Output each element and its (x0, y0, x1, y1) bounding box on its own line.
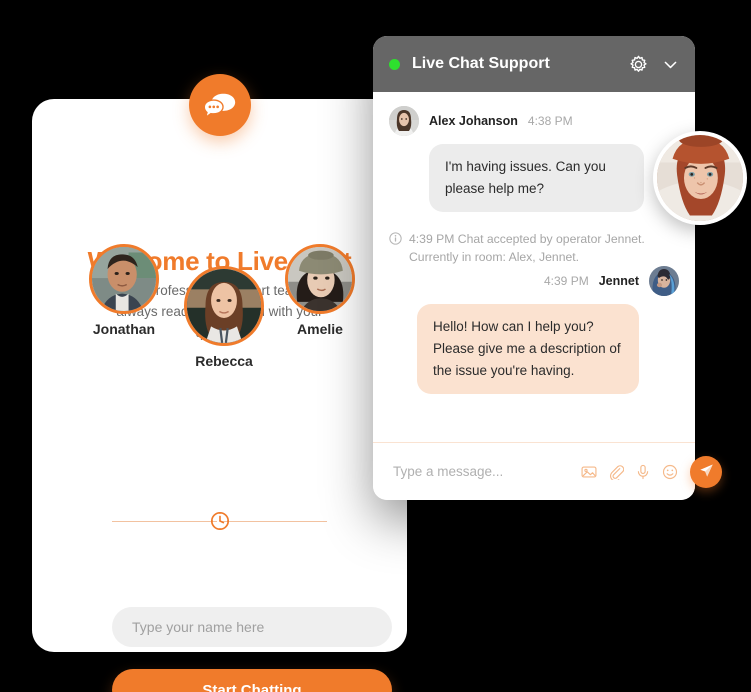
image-icon[interactable] (581, 464, 597, 480)
avatar (649, 266, 679, 296)
name-input[interactable] (112, 607, 392, 647)
chat-title: Live Chat Support (412, 55, 550, 72)
emoji-icon[interactable] (662, 464, 678, 480)
message-bubble: I'm having issues. Can you please help m… (429, 144, 644, 212)
operator-list: Jonathan Rebecca Amelie (32, 240, 407, 380)
clock-icon (209, 510, 231, 532)
message-sender: Jennet (598, 274, 639, 288)
avatar (184, 266, 264, 346)
message-input[interactable] (393, 464, 570, 479)
avatar (89, 244, 159, 314)
online-status-dot (389, 58, 400, 70)
operator-jonathan[interactable]: Jonathan (89, 244, 159, 337)
chat-bubbles-icon (189, 74, 251, 136)
message-outgoing: 4:39 PM Jennet Hello! How can I help you… (389, 266, 679, 394)
message-meta: 4:39 PM Jennet (389, 266, 679, 296)
system-message-text: 4:39 PM Chat accepted by operator Jennet… (409, 232, 645, 264)
chevron-down-icon[interactable] (662, 56, 679, 73)
info-icon (389, 232, 402, 266)
chat-header: Live Chat Support (373, 36, 695, 92)
operator-name: Rebecca (195, 353, 253, 369)
avatar (285, 244, 355, 314)
message-incoming: Alex Johanson 4:38 PM I'm having issues.… (389, 106, 679, 212)
system-message: 4:39 PM Chat accepted by operator Jennet… (389, 230, 659, 266)
operator-name: Jonathan (92, 321, 156, 337)
divider-line-left (112, 521, 217, 522)
avatar (389, 106, 419, 136)
message-time: 4:38 PM (527, 114, 573, 128)
microphone-icon[interactable] (635, 464, 651, 480)
section-divider (112, 510, 327, 532)
gear-icon[interactable] (629, 55, 648, 74)
message-sender: Alex Johanson (429, 114, 518, 128)
operator-amelie[interactable]: Amelie (285, 244, 355, 337)
message-time: 4:39 PM (544, 274, 589, 288)
message-meta: Alex Johanson 4:38 PM (389, 106, 679, 136)
start-chatting-button[interactable]: Start Chatting (112, 669, 392, 692)
live-chat-panel: Live Chat Support Alex Johanson 4:38 PM … (373, 36, 722, 500)
message-bubble: Hello! How can I help you? Please give m… (417, 304, 639, 394)
chat-message-list[interactable]: Alex Johanson 4:38 PM I'm having issues.… (373, 92, 695, 442)
operator-name: Amelie (297, 321, 343, 337)
send-button[interactable] (690, 455, 722, 488)
paperclip-icon[interactable] (608, 464, 624, 480)
message-composer (373, 442, 722, 500)
divider-line-right (222, 521, 327, 522)
screenshot-stage: Welcome to Live Chat Our professional su… (0, 0, 751, 692)
operator-rebecca[interactable]: Rebecca (184, 266, 264, 369)
welcome-card: Welcome to Live Chat Our professional su… (32, 99, 407, 692)
send-paper-plane-icon (699, 463, 714, 481)
customer-avatar (653, 131, 747, 225)
